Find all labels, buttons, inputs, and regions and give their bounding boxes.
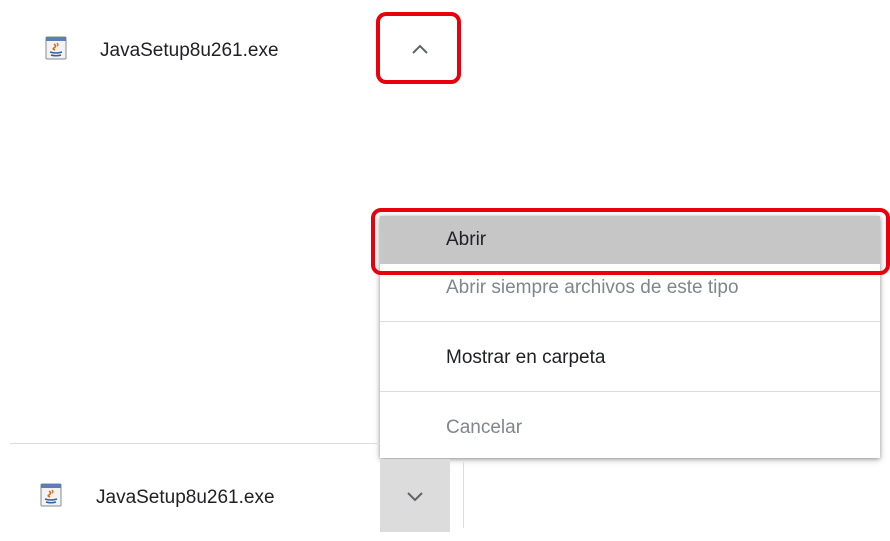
java-file-icon xyxy=(40,483,62,507)
chevron-down-icon xyxy=(407,491,423,501)
menu-separator xyxy=(380,321,880,322)
download-file-name: JavaSetup8u261.exe xyxy=(96,487,275,508)
menu-separator xyxy=(380,391,880,392)
screenshot-stage: JavaSetup8u261.exe Abrir Abrir siempre a… xyxy=(0,0,890,541)
menu-item-abrir-siempre[interactable]: Abrir siempre archivos de este tipo xyxy=(380,264,880,312)
java-file-icon xyxy=(45,36,67,60)
download-context-menu: Abrir Abrir siempre archivos de este tip… xyxy=(380,216,880,458)
download-shelf-chevron-button[interactable] xyxy=(380,459,450,532)
menu-item-cancelar[interactable]: Cancelar xyxy=(380,404,880,452)
chevron-up-icon xyxy=(412,44,428,54)
download-shelf-divider xyxy=(463,462,464,528)
download-options-button[interactable] xyxy=(388,20,452,78)
menu-item-mostrar-en-carpeta[interactable]: Mostrar en carpeta xyxy=(380,334,880,382)
menu-item-abrir[interactable]: Abrir xyxy=(380,216,880,264)
download-file-name: JavaSetup8u261.exe xyxy=(100,40,279,61)
download-shelf-top-border xyxy=(10,443,380,444)
